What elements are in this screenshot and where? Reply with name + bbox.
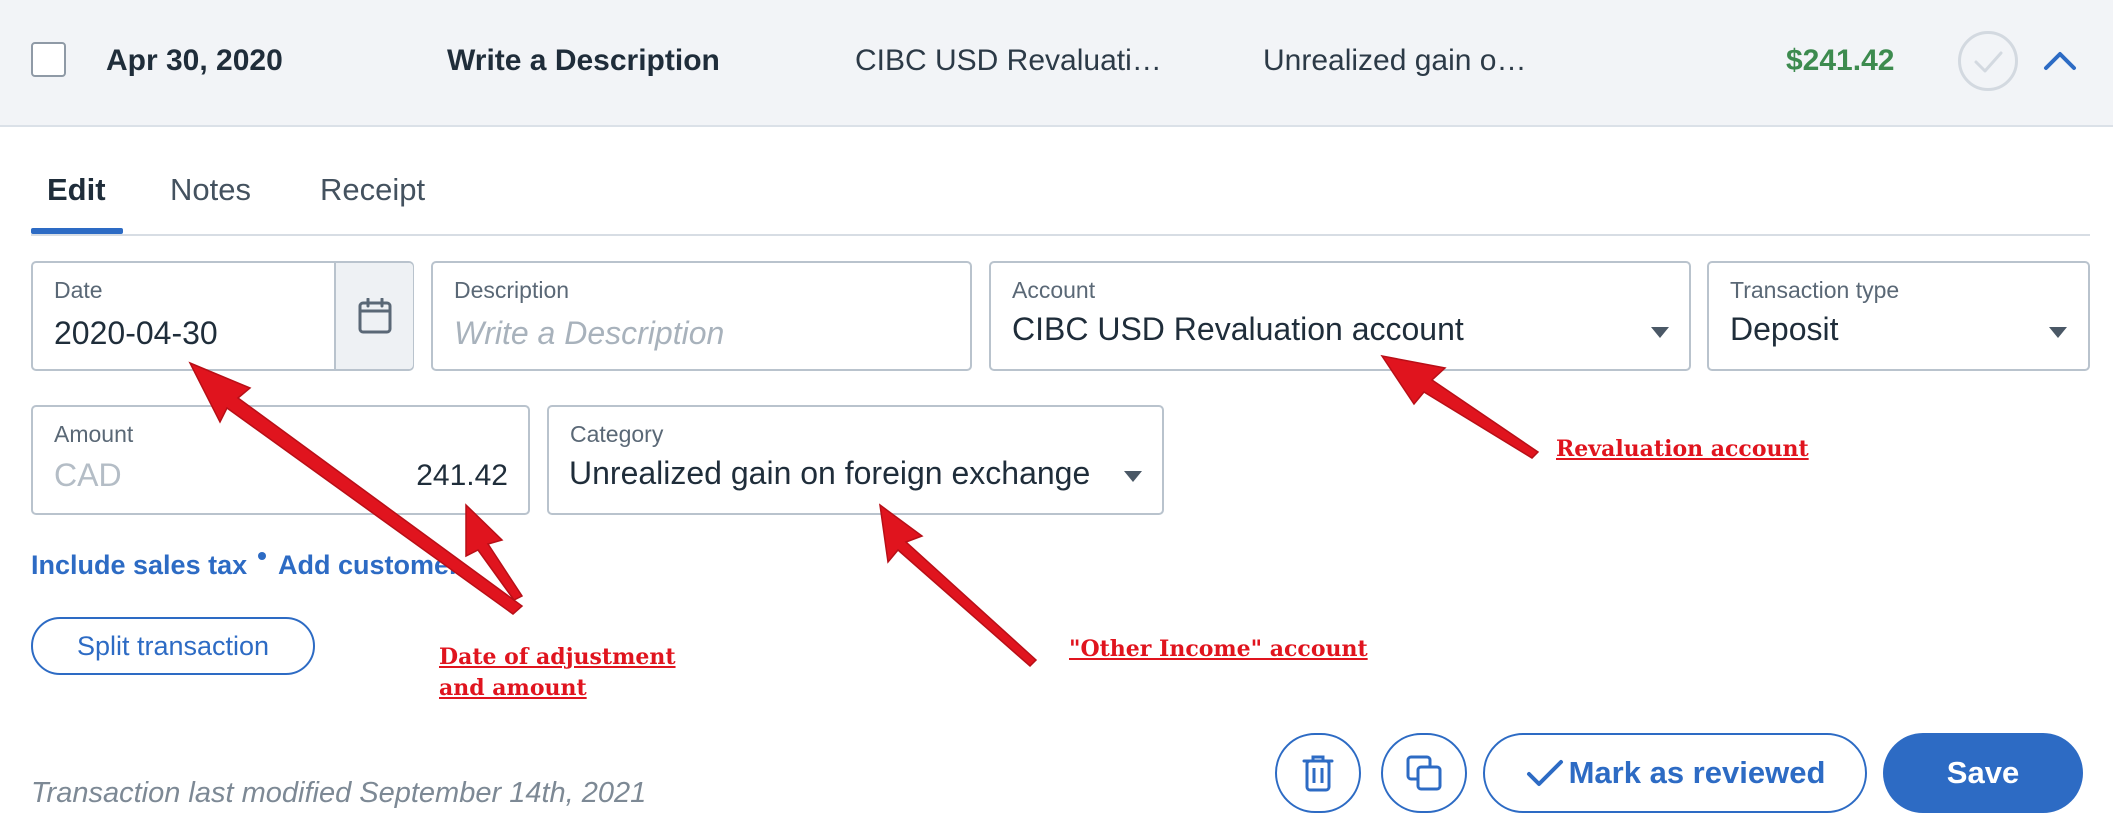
annotation-revaluation: Revaluation account [1556, 436, 1809, 462]
annotation-arrows [188, 354, 1540, 668]
annotation-date-amount-line2: and amount [439, 675, 587, 701]
annotation-other-income: "Other Income" account [1069, 636, 1368, 662]
annotation-date-amount-line1: Date of adjustment [439, 644, 676, 670]
annotation-arrow-category [879, 503, 1038, 668]
annotation-arrow-account [1380, 354, 1540, 459]
annotation-arrow-date [188, 361, 524, 615]
